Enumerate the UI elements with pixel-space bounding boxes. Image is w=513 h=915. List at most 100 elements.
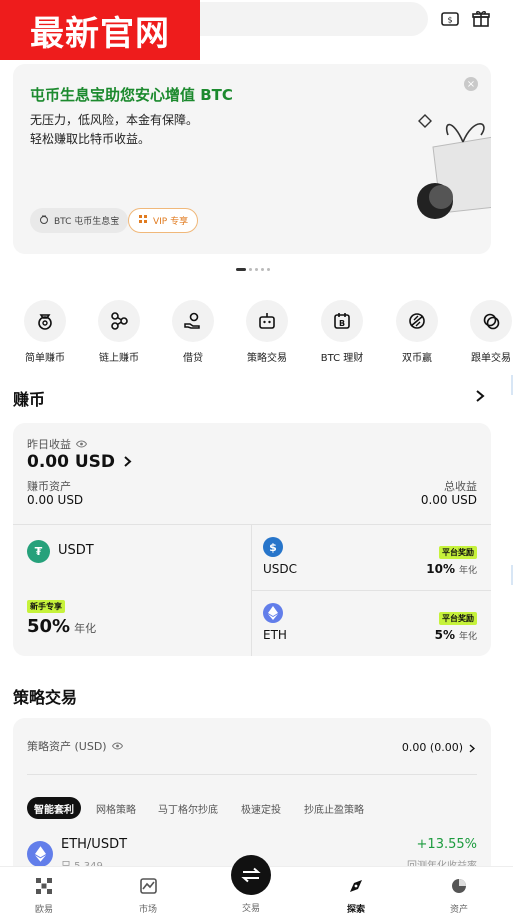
- yesterday-value: 0.00 USD: [27, 452, 116, 472]
- usdt-rate: 50%: [27, 616, 71, 637]
- loan-hand-icon: [172, 300, 214, 342]
- quick-action-btc-wealth[interactable]: B BTC 理财: [305, 300, 379, 364]
- total-value: 0.00 USD: [420, 493, 477, 507]
- gift-box-illustration: [403, 109, 491, 219]
- chip-vip[interactable]: VIP 专享: [128, 208, 199, 233]
- svg-text:B: B: [339, 319, 345, 328]
- yesterday-label: 昨日收益: [27, 438, 71, 451]
- nav-market[interactable]: 市场: [118, 877, 178, 915]
- nav-assets[interactable]: 资产: [429, 877, 489, 915]
- platform-reward-tag: 平台奖励: [439, 546, 477, 559]
- search-bar[interactable]: [180, 2, 428, 36]
- robot-icon: [246, 300, 288, 342]
- quick-action-label: 链上赚币: [99, 353, 139, 364]
- chart-icon: [139, 877, 157, 895]
- usdt-name: USDT: [58, 543, 94, 558]
- coin-bag-icon: [39, 214, 49, 227]
- carousel-dot: [255, 268, 258, 271]
- nav-home[interactable]: 欧易: [14, 877, 74, 915]
- usdc-rate-unit: 年化: [458, 566, 477, 576]
- quick-action-label: 策略交易: [247, 353, 287, 364]
- usdt-rate-unit: 年化: [74, 622, 97, 635]
- nav-trade-label-wrap[interactable]: 交易: [221, 901, 281, 914]
- nav-explore[interactable]: 探索: [326, 877, 386, 915]
- chevron-right-icon: [123, 453, 132, 472]
- quick-action-copy-trade[interactable]: 跟单交易: [454, 300, 513, 364]
- tab-take-profit[interactable]: 抄底止盈策略: [304, 797, 364, 819]
- eye-icon[interactable]: [75, 438, 88, 451]
- compass-icon: [347, 877, 365, 895]
- carousel-indicator: [236, 268, 270, 271]
- coin-bag-icon: [24, 300, 66, 342]
- carousel-dot: [261, 268, 264, 271]
- chip-btc-savings[interactable]: BTC 屯币生息宝: [30, 208, 129, 233]
- vip-icon: [138, 214, 148, 227]
- btc-calendar-icon: B: [321, 300, 363, 342]
- eye-icon[interactable]: [111, 740, 123, 753]
- eth-name: ETH: [263, 628, 287, 642]
- product-usdc[interactable]: $ USDC 平台奖励 10% 年化: [251, 524, 491, 590]
- banner-title: 屯币生息宝助您安心增值 BTC: [30, 86, 233, 104]
- nav-assets-label: 资产: [449, 905, 468, 915]
- banner-line-1: 无压力，低风险，本金有保障。: [30, 113, 199, 127]
- eth-rate-row: 5% 年化: [435, 628, 477, 642]
- product-usdt[interactable]: ₮ USDT 新手专享 50% 年化: [13, 524, 251, 656]
- product-eth[interactable]: ETH 平台奖励 5% 年化: [251, 591, 491, 656]
- dual-coin-icon: [396, 300, 438, 342]
- earn-card[interactable]: 昨日收益 0.00 USD 赚币资产 0.00 USD 总收益 0.00 USD…: [13, 423, 491, 656]
- okx-logo-icon: [35, 877, 53, 895]
- tab-smart-arbitrage[interactable]: 智能套利: [27, 797, 81, 819]
- gift-icon[interactable]: [470, 8, 492, 30]
- nav-explore-label: 探索: [346, 905, 365, 915]
- carousel-dot: [267, 268, 270, 271]
- quick-action-dual-coin[interactable]: 双币赢: [380, 300, 454, 364]
- usdc-icon: $: [263, 537, 283, 557]
- nav-market-label: 市场: [138, 905, 157, 915]
- eth-icon: [27, 841, 53, 867]
- quick-action-loan[interactable]: 借贷: [156, 300, 230, 364]
- stamp-text: 最新官网: [30, 13, 170, 54]
- platform-reward-tag: 平台奖励: [439, 612, 477, 625]
- strategy-assets-header: 策略资产 (USD): [27, 738, 123, 754]
- chevron-right-icon: [469, 738, 476, 757]
- nav-trade-label: 交易: [241, 904, 260, 914]
- strategy-card[interactable]: 策略资产 (USD) 0.00 (0.00) 智能套利 网格策略 马丁格尔抄底 …: [13, 718, 491, 878]
- earn-section-title: 赚币: [13, 390, 46, 409]
- usdc-name: USDC: [263, 562, 298, 576]
- strategy-return: +13.55%: [416, 837, 477, 852]
- quick-action-label: 跟单交易: [471, 353, 511, 364]
- chain-nodes-icon: [98, 300, 140, 342]
- strategy-assets-label: 策略资产 (USD): [27, 740, 107, 753]
- assets-value: 0.00 USD: [27, 493, 84, 507]
- strategy-section-title: 策略交易: [13, 688, 78, 707]
- strategy-assets-value-row[interactable]: 0.00 (0.00): [401, 738, 476, 757]
- quick-action-strategy[interactable]: 策略交易: [230, 300, 304, 364]
- total-label: 总收益: [444, 480, 477, 493]
- eth-icon: [263, 603, 283, 623]
- quick-action-onchain-earn[interactable]: 链上赚币: [82, 300, 156, 364]
- copy-trade-icon: [470, 300, 512, 342]
- quick-action-label: 借贷: [183, 353, 203, 364]
- promo-stamp: 最新官网: [0, 0, 200, 60]
- chevron-right-icon[interactable]: [474, 388, 486, 407]
- close-icon[interactable]: ×: [464, 77, 478, 91]
- quick-action-label: 双币赢: [402, 353, 432, 364]
- strategy-assets-value: 0.00 (0.00): [401, 741, 463, 754]
- promo-banner[interactable]: 屯币生息宝助您安心增值 BTC 无压力，低风险，本金有保障。 轻松赚取比特币收益…: [13, 64, 491, 254]
- assets-label: 赚币资产: [27, 480, 71, 493]
- yesterday-earnings-header: 昨日收益: [27, 436, 88, 452]
- eth-rate-unit: 年化: [458, 632, 477, 642]
- strategy-pair: ETH/USDT: [61, 837, 128, 852]
- tab-martingale[interactable]: 马丁格尔抄底: [158, 797, 218, 819]
- carousel-dot-active: [236, 268, 246, 271]
- divider: [27, 774, 477, 775]
- swap-icon[interactable]: [231, 855, 271, 895]
- yesterday-value-row[interactable]: 0.00 USD: [27, 452, 132, 472]
- newcomer-tag: 新手专享: [27, 600, 65, 613]
- ticket-icon[interactable]: $: [439, 8, 461, 30]
- tab-dca[interactable]: 极速定投: [241, 797, 281, 819]
- quick-action-simple-earn[interactable]: 简单赚币: [8, 300, 82, 364]
- usdt-rate-row: 50% 年化: [27, 616, 96, 637]
- usdt-icon: ₮: [27, 540, 50, 563]
- tab-grid[interactable]: 网格策略: [96, 797, 136, 819]
